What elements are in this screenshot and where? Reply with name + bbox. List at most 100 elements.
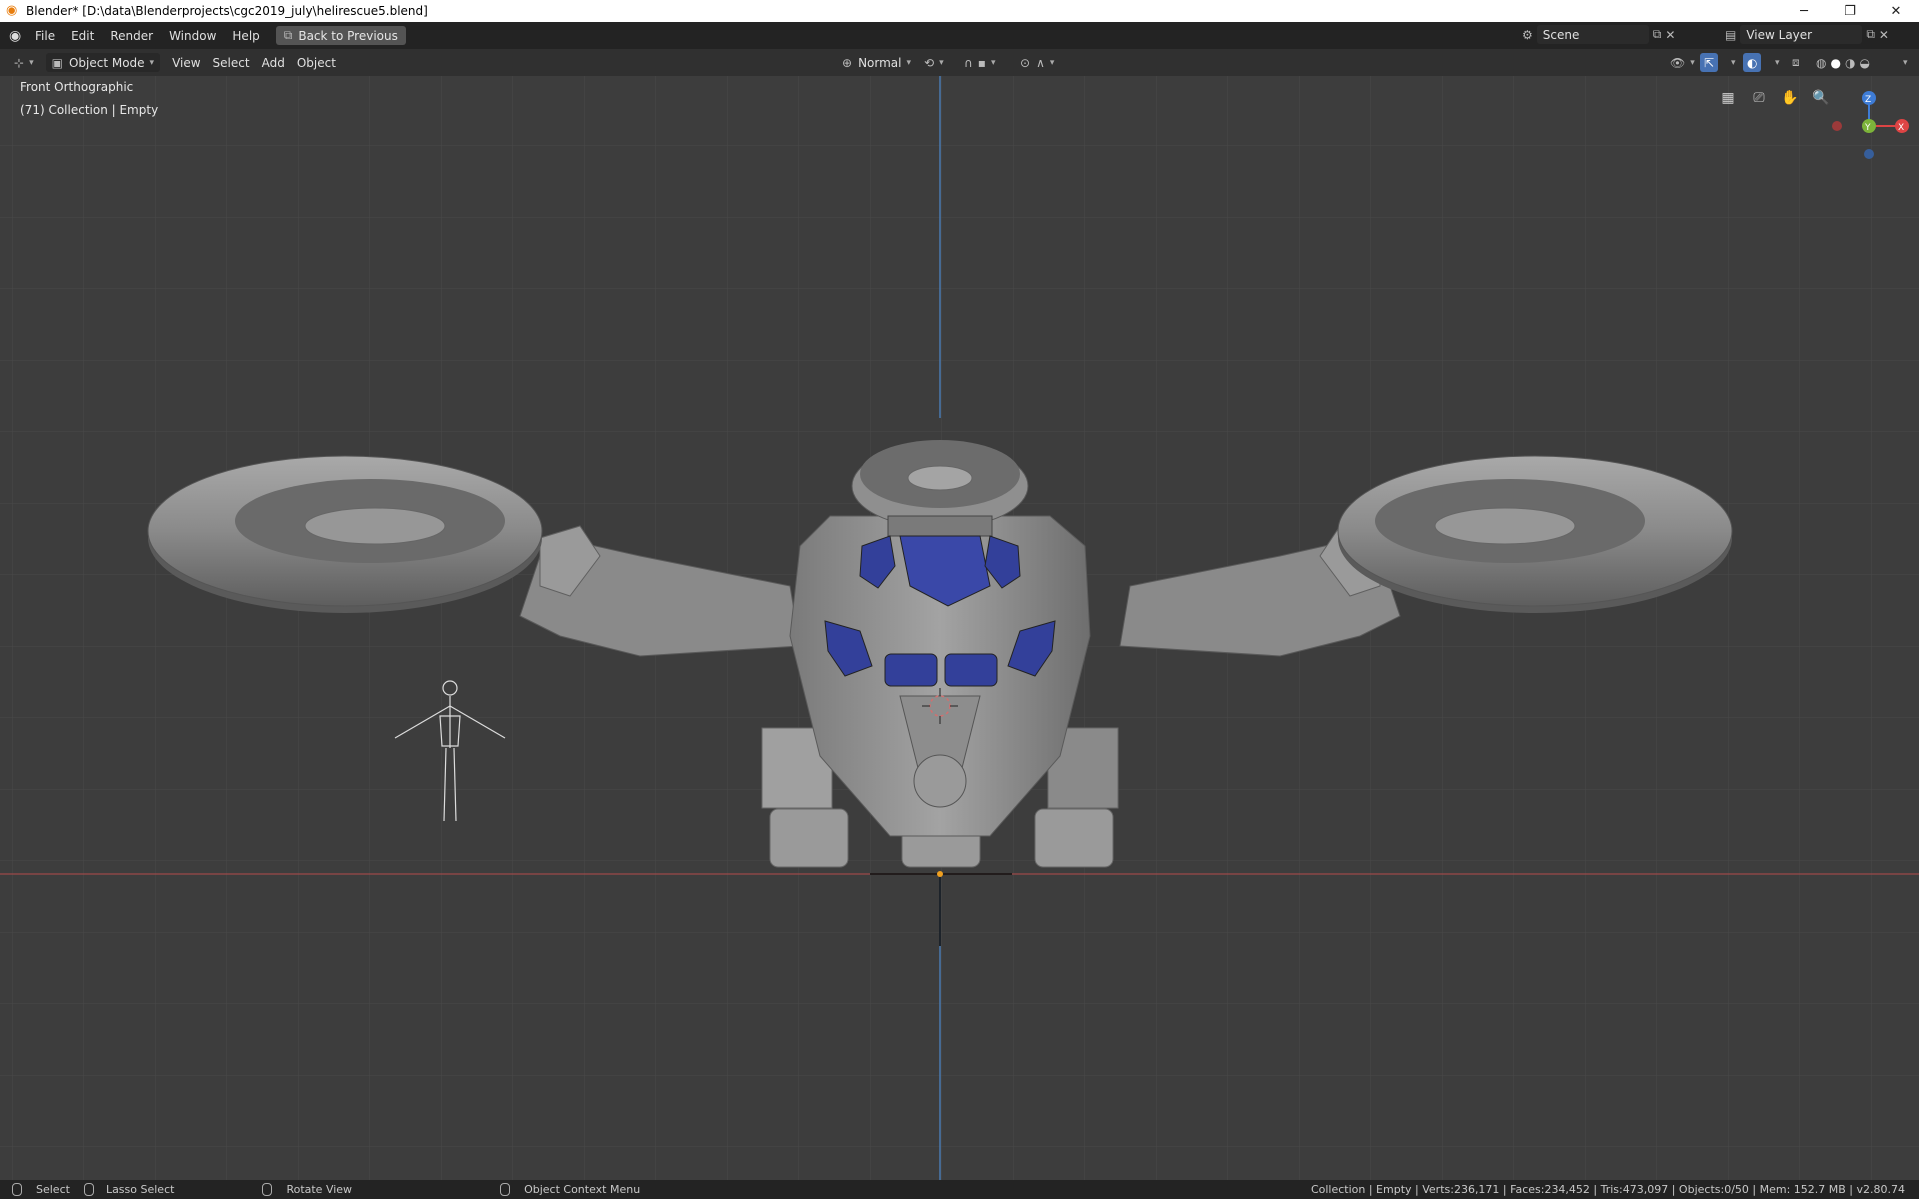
menu-select[interactable]: Select — [207, 53, 256, 72]
blender-logo-icon: ◉ — [6, 3, 18, 18]
transform-orientation-selector[interactable]: ⊕ Normal ▾ — [836, 53, 917, 72]
camera-icon[interactable]: ⎚ — [1747, 86, 1771, 110]
gizmo-neg-z[interactable] — [1864, 149, 1874, 159]
window-title: Blender* [D:\data\Blenderprojects\cgc201… — [26, 4, 428, 18]
hand-icon[interactable]: ✋ — [1778, 86, 1802, 110]
scene-name: Scene — [1542, 27, 1580, 42]
status-rotate: Rotate View — [262, 1183, 352, 1196]
scene-field[interactable]: Scene — [1536, 25, 1649, 44]
status-rotate-label: Rotate View — [286, 1183, 353, 1196]
solid-shading-icon[interactable]: ● — [1830, 56, 1840, 70]
menu-view[interactable]: View — [166, 53, 206, 72]
editor-type-button[interactable]: ⊹ ▾ — [8, 53, 40, 72]
chevron-down-icon[interactable]: ▾ — [1903, 58, 1908, 68]
eye-icon: 👁 — [1670, 55, 1686, 70]
chevron-down-icon: ▾ — [1049, 57, 1055, 68]
menu-add[interactable]: Add — [256, 53, 291, 72]
status-bar: Select Lasso Select Rotate View Object C… — [0, 1180, 1919, 1199]
snap-toggle[interactable]: ∩ ▪ ▾ — [958, 53, 1001, 72]
status-lasso: Lasso Select — [83, 1183, 175, 1196]
top-menu-bar: ◉ File Edit Render Window Help ⧉ Back to… — [0, 22, 1919, 49]
blender-menu-icon[interactable]: ◉ — [9, 28, 27, 44]
back-to-previous-label: Back to Previous — [298, 28, 398, 43]
viewport-canvas: Z X Y — [0, 76, 1919, 1180]
top-rotor — [851, 440, 1029, 529]
chevron-down-icon: ▾ — [1690, 57, 1695, 68]
status-select-label: Select — [36, 1183, 70, 1196]
snap-target-icon: ▪ — [977, 55, 986, 70]
xray-icon[interactable]: ⧈ — [1792, 55, 1800, 70]
remove-scene-icon[interactable]: ✕ — [1665, 28, 1675, 42]
mode-label: Object Mode — [68, 55, 145, 70]
wireframe-shading-icon[interactable]: ◍ — [1816, 56, 1826, 70]
scene-icon[interactable]: ⚙ — [1522, 28, 1533, 42]
scene-statistics: Collection | Empty | Verts:236,171 | Fac… — [1310, 1183, 1905, 1196]
status-lasso-label: Lasso Select — [105, 1183, 175, 1196]
mouse-right-icon — [500, 1183, 511, 1196]
editor-type-icon: ⊹ — [14, 55, 25, 70]
screen-back-icon: ⧉ — [283, 28, 293, 42]
menu-render[interactable]: Render — [102, 29, 161, 43]
mouse-middle-icon — [262, 1183, 273, 1196]
magnet-icon: ∩ — [964, 55, 973, 70]
chevron-down-icon: ▾ — [149, 57, 155, 68]
menu-file[interactable]: File — [27, 29, 63, 43]
3d-viewport[interactable]: Z X Y Front Orthographic (71) Collection… — [0, 76, 1919, 1180]
material-shading-icon[interactable]: ◑ — [1845, 56, 1855, 70]
overlays-toggle[interactable]: ◐ — [1743, 53, 1762, 72]
menu-edit[interactable]: Edit — [63, 29, 102, 43]
status-context-label: Object Context Menu — [524, 1183, 641, 1196]
view-nav-icons: ▦ ⎚ ✋ 🔍 — [1716, 86, 1833, 110]
status-select: Select — [12, 1183, 70, 1196]
chevron-down-icon[interactable]: ▾ — [1731, 58, 1736, 68]
menu-window[interactable]: Window — [161, 29, 224, 43]
grid-icon[interactable]: ▦ — [1716, 86, 1740, 110]
gizmo-z-label: Z — [1865, 95, 1871, 105]
rendered-shading-icon[interactable]: ◒ — [1859, 56, 1869, 70]
minimize-button[interactable]: ─ — [1781, 0, 1827, 22]
orientation-label: Normal — [858, 55, 902, 70]
chevron-down-icon: ▾ — [990, 57, 996, 68]
chin-sensor — [913, 754, 967, 808]
chevron-down-icon: ▾ — [939, 57, 944, 68]
chevron-down-icon: ▾ — [906, 57, 912, 68]
zoom-icon[interactable]: 🔍 — [1809, 86, 1833, 110]
new-view-layer-icon[interactable]: ⧉ — [1866, 27, 1875, 42]
pivot-point-selector[interactable]: ⟲ ▾ — [918, 53, 950, 72]
gizmo-icon: ⇱ — [1704, 55, 1715, 70]
vent-grille — [887, 515, 993, 537]
window-titlebar: ◉ Blender* [D:\data\Blenderprojects\cgc2… — [0, 0, 1919, 22]
new-scene-icon[interactable]: ⧉ — [1653, 27, 1662, 42]
orientation-icon: ⊕ — [842, 55, 853, 70]
mouse-left-icon — [12, 1183, 22, 1196]
chevron-down-icon[interactable]: ▾ — [1775, 58, 1780, 68]
view-name-label: Front Orthographic — [20, 80, 134, 94]
gizmo-y-label: Y — [1864, 123, 1871, 133]
overlays-icon: ◐ — [1747, 55, 1758, 70]
restore-button[interactable]: ❐ — [1827, 0, 1873, 22]
remove-view-layer-icon[interactable]: ✕ — [1879, 28, 1889, 42]
view-layer-field[interactable]: View Layer — [1740, 25, 1863, 44]
viewport-header: ⊹ ▾ ▣ Object Mode ▾ View Select Add Objec… — [0, 49, 1919, 76]
proportional-edit-toggle[interactable]: ⊙ ∧ ▾ — [1014, 53, 1060, 72]
chevron-down-icon: ▾ — [29, 57, 34, 68]
view-layer-name: View Layer — [1746, 27, 1813, 42]
mode-selector[interactable]: ▣ Object Mode ▾ — [45, 53, 161, 72]
view-layer-icon[interactable]: ▤ — [1725, 28, 1736, 42]
back-to-previous-button[interactable]: ⧉ Back to Previous — [275, 26, 406, 45]
mouse-drag-icon — [83, 1183, 94, 1196]
menu-help[interactable]: Help — [224, 29, 267, 43]
gizmo-neg-x[interactable] — [1832, 121, 1842, 131]
status-context: Object Context Menu — [500, 1183, 640, 1196]
gizmo-toggle[interactable]: ⇱ — [1700, 53, 1719, 72]
close-button[interactable]: ✕ — [1873, 0, 1919, 22]
origin-dot — [937, 871, 943, 877]
falloff-icon: ∧ — [1036, 55, 1045, 70]
pivot-icon: ⟲ — [924, 55, 935, 70]
shading-modes: ◍ ● ◑ ◒ — [1814, 53, 1872, 72]
visibility-selector[interactable]: 👁 ▾ — [1664, 53, 1701, 72]
left-rotor — [147, 455, 543, 613]
scene-selector: ⚙ Scene ⧉ ✕ — [1522, 25, 1675, 44]
menu-object[interactable]: Object — [291, 53, 342, 72]
gizmo-x-label: X — [1898, 123, 1904, 133]
